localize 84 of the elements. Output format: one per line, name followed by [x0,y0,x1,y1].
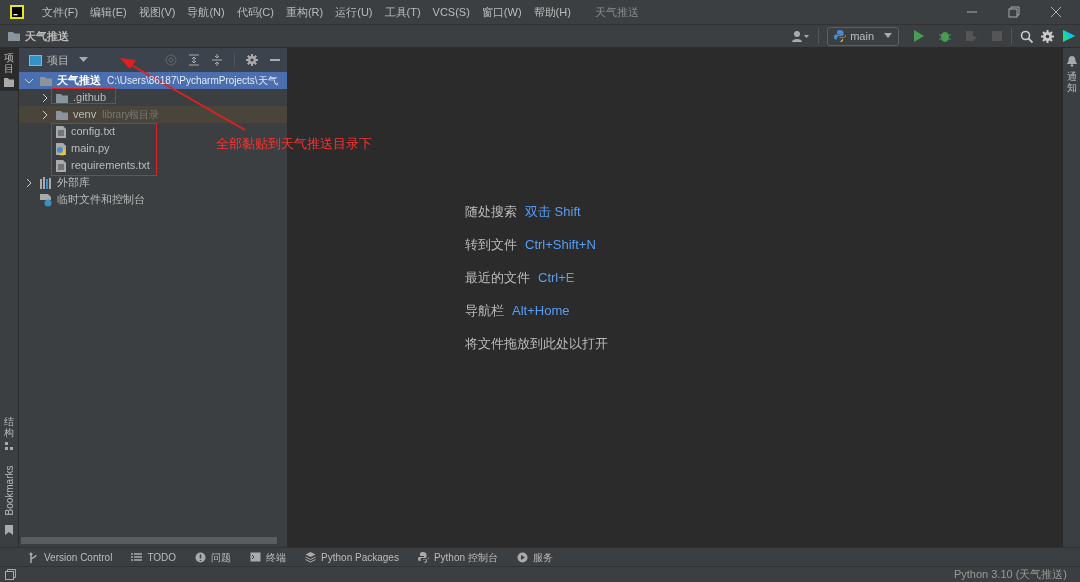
menu-item[interactable]: 帮助(H) [527,3,577,21]
file-icon [55,124,67,139]
annotation-text: 全部黏贴到天气推送目录下 [216,135,372,153]
menu-item[interactable]: 编辑(E) [84,3,133,21]
app-logo-icon [10,5,24,19]
menu-item[interactable]: 工具(T) [378,3,427,21]
tool-window-tab[interactable]: 项目 [0,48,19,91]
shortcut-text: Ctrl+E [538,268,575,287]
tree-item[interactable]: 临时文件和控制台 [19,191,149,208]
terminal-icon [250,551,262,563]
play-icon [516,551,528,563]
tool-window-tab[interactable]: 终端 [250,549,287,565]
highlight-frame [51,88,116,104]
menu-item[interactable]: 视图(V) [132,3,182,21]
menu-item[interactable]: VCS(S) [426,3,476,21]
expand-all-icon [188,54,200,66]
shortcut-text: Ctrl+Shift+N [525,235,596,254]
close-icon [1050,6,1062,18]
menu-item[interactable]: 文件(F) [36,3,85,21]
caret-icon [79,57,88,63]
tool-window-tab[interactable]: Version Control [28,549,113,565]
chevron-down-icon [25,76,33,85]
tree-item[interactable]: 外部库 [19,174,94,191]
bookmark-icon [4,525,14,535]
interpreter-status[interactable]: Python 3.10 (天气推送) [953,566,1075,582]
python-icon [417,551,429,563]
folder-icon [7,29,21,43]
tool-window-tab[interactable]: 通知 [1066,56,1077,93]
library-icon [39,176,53,189]
folder-icon [4,77,14,87]
coverage-icon [965,30,977,42]
file-icon [55,158,67,173]
python-icon [834,30,847,42]
hint-label: 随处搜索 [465,202,517,221]
run-config-dropdown[interactable]: main [827,26,899,46]
tool-window-tab[interactable]: Python Packages [305,549,399,565]
user-menu-icon [792,30,811,42]
menu-item[interactable]: 运行(U) [329,3,379,21]
shortcut-text: 双击 Shift [525,202,581,221]
layers-icon [305,551,317,563]
menu-item[interactable]: 窗口(W) [475,3,528,21]
collapse-all-icon [211,54,223,66]
run-icon [913,30,925,42]
hint-label: 导航栏 [465,301,504,320]
scratches-icon [39,192,53,207]
tree-item[interactable]: main.py [19,140,114,157]
bell-icon [1066,56,1077,67]
panel-title[interactable]: 项目 [47,51,69,69]
branch-icon [28,551,39,563]
hint-label: 最近的文件 [465,268,530,287]
window-title: 天气推送 [594,4,639,20]
python-file-icon [55,141,67,156]
stop-icon [991,30,1003,42]
menu-item[interactable]: 代码(C) [230,3,280,21]
menu-item[interactable]: 导航(N) [181,3,231,21]
tool-window-tab[interactable]: 服务 [516,549,553,565]
structure-icon [4,441,14,451]
settings-icon [246,54,258,66]
tree-item[interactable]: config.txt [19,123,120,140]
hint-label: 将文件拖放到此处以打开 [465,334,608,353]
toggle-tool-windows-icon [5,569,16,580]
tool-window-tab[interactable]: Python 控制台 [417,549,498,565]
tool-window-tab[interactable]: TODO [131,549,177,565]
scrollbar[interactable] [21,537,277,544]
plugin-logo-icon [1062,29,1076,43]
list-icon [131,551,143,563]
info-icon [195,551,207,563]
locate-icon [165,54,177,66]
tool-window-tab[interactable]: 问题 [195,549,232,565]
breadcrumb[interactable]: 天气推送 [25,27,69,45]
settings-icon [1041,29,1054,43]
search-icon [1020,29,1033,43]
debug-icon [939,30,951,42]
hint-label: 转到文件 [465,235,517,254]
menu-item[interactable]: 重构(R) [279,3,330,21]
tree-item[interactable]: .github [19,89,111,106]
project-view-icon [29,54,42,66]
tool-window-tab[interactable]: Bookmarks [0,455,19,539]
restore-icon [1008,6,1020,18]
shortcut-text: Alt+Home [512,301,570,320]
tool-window-tab[interactable]: 结构 [0,412,19,455]
caret-icon [884,33,892,39]
chevron-right-icon [25,178,33,187]
tree-item[interactable]: requirements.txt [19,157,154,174]
